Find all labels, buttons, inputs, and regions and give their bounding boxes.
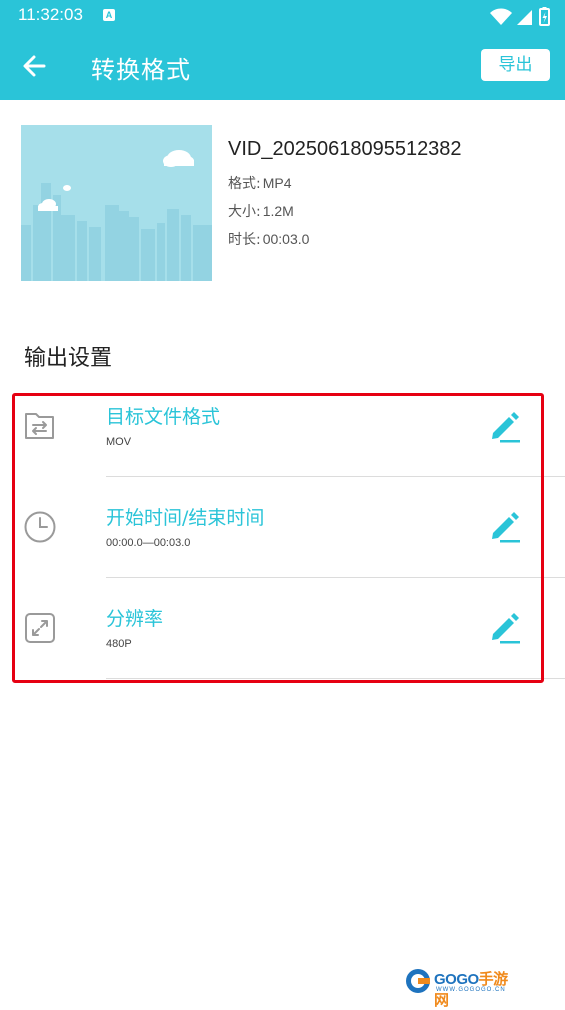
watermark-g-icon xyxy=(406,969,430,993)
battery-icon xyxy=(539,7,550,26)
setting-start-end-time[interactable]: 开始时间/结束时间 00:00.0—00:03.0 xyxy=(0,477,565,577)
format-value: MP4 xyxy=(262,175,292,191)
video-file-name: VID_20250618095512382 xyxy=(228,138,462,160)
duration-label: 时长: xyxy=(228,232,261,248)
resize-icon xyxy=(25,613,55,643)
watermark-logo: GOGO手游网 WWW.GOGOGO.CN xyxy=(404,966,516,1009)
system-icons xyxy=(490,7,550,26)
setting-title: 分辨率 xyxy=(106,608,164,630)
status-bar: 11:32:03 A xyxy=(0,0,565,32)
arrow-left-icon xyxy=(23,55,46,77)
signal-icon xyxy=(517,10,532,25)
setting-value: 00:00.0—00:03.0 xyxy=(106,537,191,549)
app-bar: 转换格式 导出 xyxy=(0,32,565,100)
watermark-subtext: WWW.GOGOGO.CN xyxy=(436,987,506,993)
clock-icon xyxy=(24,511,56,543)
back-button[interactable] xyxy=(18,50,52,82)
status-time: 11:32:03 xyxy=(18,5,83,24)
format-label: 格式: xyxy=(228,176,261,192)
page-title: 转换格式 xyxy=(91,56,191,84)
format-info: 格式: MP4 xyxy=(228,173,292,193)
wifi-icon xyxy=(490,8,512,25)
notification-a-icon: A xyxy=(103,9,115,21)
setting-value: 480P xyxy=(106,638,132,650)
size-info: 大小: 1.2M xyxy=(228,201,294,221)
duration-info: 时长: 00:03.0 xyxy=(228,229,309,249)
setting-title: 开始时间/结束时间 xyxy=(106,507,265,529)
setting-resolution[interactable]: 分辨率 480P xyxy=(0,578,565,678)
setting-target-format[interactable]: 目标文件格式 MOV xyxy=(0,376,565,476)
size-value: 1.2M xyxy=(262,203,294,219)
video-thumbnail[interactable] xyxy=(21,125,212,281)
thumbnail-illustration xyxy=(21,125,212,281)
duration-value: 00:03.0 xyxy=(262,231,310,247)
setting-title: 目标文件格式 xyxy=(106,406,221,428)
edit-pencil-icon[interactable] xyxy=(488,509,522,543)
size-label: 大小: xyxy=(228,204,261,220)
divider xyxy=(106,678,565,679)
setting-value: MOV xyxy=(106,436,132,448)
folder-swap-icon xyxy=(25,413,54,439)
output-settings-title: 输出设置 xyxy=(24,346,113,371)
edit-pencil-icon[interactable] xyxy=(488,610,522,644)
export-button[interactable]: 导出 xyxy=(481,49,550,81)
edit-pencil-icon[interactable] xyxy=(488,409,522,443)
